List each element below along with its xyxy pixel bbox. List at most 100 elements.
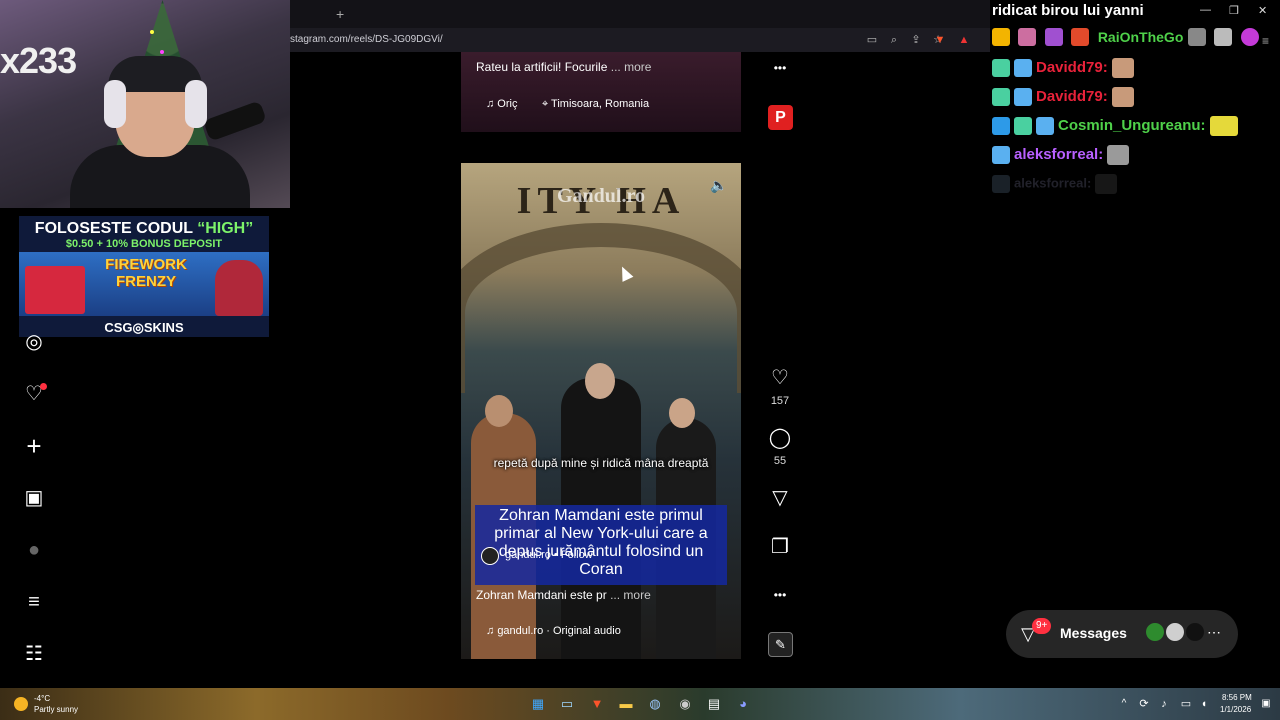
reel-audio[interactable]: ♫ gandul.ro · Original audio: [486, 625, 621, 637]
badge-icon: [992, 175, 1010, 193]
more-options-icon[interactable]: •••: [768, 583, 792, 607]
emote-icon: [1187, 28, 1206, 46]
weather-sun-icon[interactable]: [14, 697, 28, 711]
steam-icon[interactable]: ◍: [647, 696, 663, 712]
windows-start-icon[interactable]: ▦: [530, 696, 546, 712]
subtitle-big: Zohran Mamdani este primul primar al New…: [494, 507, 708, 578]
browser-menu-icon[interactable]: ≡: [1262, 34, 1269, 48]
webcam-overlay: x233: [0, 0, 290, 208]
more-link[interactable]: ... more: [611, 60, 652, 74]
desktop-icon[interactable]: ▭: [559, 696, 575, 712]
messages-more-icon[interactable]: ⋯: [1207, 624, 1221, 641]
brand-badge-icon[interactable]: P: [768, 105, 793, 130]
share-icon[interactable]: ⇪: [908, 32, 924, 48]
headphones-left: [104, 80, 126, 128]
message-avatar[interactable]: [1184, 621, 1206, 643]
chat-username: Davidd79:: [1036, 87, 1108, 105]
speaker-icon[interactable]: ♪: [1156, 696, 1172, 712]
badge-icon: [992, 88, 1010, 106]
stream-title: ridicat birou lui yanni: [992, 2, 1144, 19]
previous-reel-caption: Rateu la artificii! Focurile ... more: [476, 60, 652, 74]
volume-icon[interactable]: ◖: [1196, 696, 1212, 712]
brave-shield-icon[interactable]: ▼: [932, 32, 948, 48]
like-heart-icon[interactable]: ♡: [768, 366, 792, 390]
headphones-right: [185, 80, 207, 128]
minimize-icon[interactable]: —: [1200, 4, 1211, 16]
messages-badge: 9+: [1032, 618, 1052, 634]
create-plus-icon[interactable]: +: [22, 433, 46, 459]
restore-icon[interactable]: ❐: [1229, 4, 1239, 17]
weather-description[interactable]: Partly sunny: [34, 705, 78, 714]
more-options-icon[interactable]: •••: [768, 56, 792, 80]
promo-crates: [25, 266, 85, 314]
badge-icon: [1036, 117, 1054, 135]
promo-subtitle: $0.50 + 10% BONUS DEPOSIT: [65, 238, 223, 250]
tray-chevron-icon[interactable]: ^: [1116, 696, 1132, 712]
gift-badge-icon: [1018, 28, 1037, 46]
author-row: gandul.ro • Follow: [505, 549, 593, 561]
weather-temperature[interactable]: -4°C: [34, 694, 50, 703]
chat-message: Davidd79:: [992, 87, 1134, 107]
emote-icon: [1111, 58, 1134, 78]
notification-center-icon[interactable]: ▣: [1258, 696, 1274, 712]
notepad-icon[interactable]: ▤: [706, 696, 722, 712]
channel-logo: x233: [0, 40, 77, 81]
rewards-triangle-icon[interactable]: ▲: [956, 32, 972, 48]
network-icon[interactable]: ▭: [1178, 696, 1194, 712]
person-left-head: [485, 395, 513, 427]
person-right-head: [669, 398, 695, 428]
save-bookmark-icon[interactable]: ❐: [768, 535, 792, 559]
address-bar[interactable]: stagram.com/reels/DS-JG09DGVi/: [290, 34, 443, 45]
zoom-icon[interactable]: ⌕: [886, 32, 902, 48]
author-name[interactable]: gandul.ro: [505, 549, 551, 561]
clock-date[interactable]: 1/1/2026: [1220, 705, 1251, 714]
comment-count: 55: [773, 455, 787, 467]
previous-reel-audio-chip[interactable]: ♫ Oriç: [486, 95, 517, 113]
previous-reel-location[interactable]: ⌖ Timisoara, Romania: [542, 95, 649, 113]
clock-time[interactable]: 8:56 PM: [1222, 693, 1252, 702]
more-apps-icon[interactable]: ☷: [22, 642, 46, 666]
new-tab-button[interactable]: +: [336, 6, 344, 22]
message-avatar[interactable]: [1164, 621, 1186, 643]
share-icon[interactable]: ▽: [768, 486, 792, 510]
emote-icon: [1111, 87, 1134, 107]
explore-icon[interactable]: ◎: [22, 330, 46, 354]
extension-icon: [1240, 28, 1259, 46]
badge-icon: [992, 117, 1010, 135]
promo-code: “HIGH”: [197, 220, 254, 237]
volume-icon[interactable]: 🔈: [709, 175, 729, 195]
more-link[interactable]: ... more: [610, 588, 651, 602]
microphone: [203, 100, 267, 142]
brave-browser-icon[interactable]: ▼: [589, 696, 605, 712]
app-icon[interactable]: ◉: [677, 696, 693, 712]
sync-icon[interactable]: ⟳: [1136, 696, 1152, 712]
chat-message: aleksforreal:: [992, 145, 1130, 165]
tab-strip: [290, 0, 990, 28]
shield-icon: [1214, 28, 1233, 46]
badge-icon: [1014, 117, 1032, 135]
menu-icon[interactable]: ≡: [22, 590, 46, 614]
subtitle-small: repetă după mine și ridică mâna dreaptă: [493, 456, 709, 470]
message-avatar[interactable]: [1144, 621, 1166, 643]
promo-title: FOLOSESTE CODUL “HIGH”: [34, 220, 254, 237]
file-explorer-icon[interactable]: ▬: [618, 696, 634, 712]
emote-icon: [1209, 116, 1238, 136]
close-icon[interactable]: ✕: [1258, 4, 1267, 17]
audio-thumbnail-icon[interactable]: ✎: [768, 632, 793, 657]
chat-badge-user: RaiOnTheGo: [1097, 29, 1184, 45]
chat-username: aleksforreal:: [1014, 145, 1104, 163]
follow-button[interactable]: Follow: [561, 549, 593, 561]
profile-avatar-icon[interactable]: ●: [22, 538, 46, 562]
reel-caption: Zohran Mamdani este pr ... more: [476, 588, 651, 602]
author-avatar[interactable]: [481, 547, 499, 565]
sponsor-banner: FOLOSESTE CODUL “HIGH” $0.50 + 10% BONUS…: [19, 216, 269, 337]
emote-icon: [1095, 174, 1118, 194]
dashboard-chart-icon[interactable]: ▣: [22, 486, 46, 510]
reader-view-icon[interactable]: ▭: [864, 32, 880, 48]
video-watermark: Gandul.ro: [557, 185, 645, 207]
chat-message: Cosmin_Ungureanu:: [992, 116, 1238, 136]
messages-label: Messages: [1060, 625, 1127, 641]
discord-icon[interactable]: ◕: [735, 696, 751, 712]
comment-icon[interactable]: ◯: [768, 426, 792, 450]
reel-video[interactable]: ITY HA Gandul.ro 🔈 repetă după mine și r…: [461, 163, 741, 659]
